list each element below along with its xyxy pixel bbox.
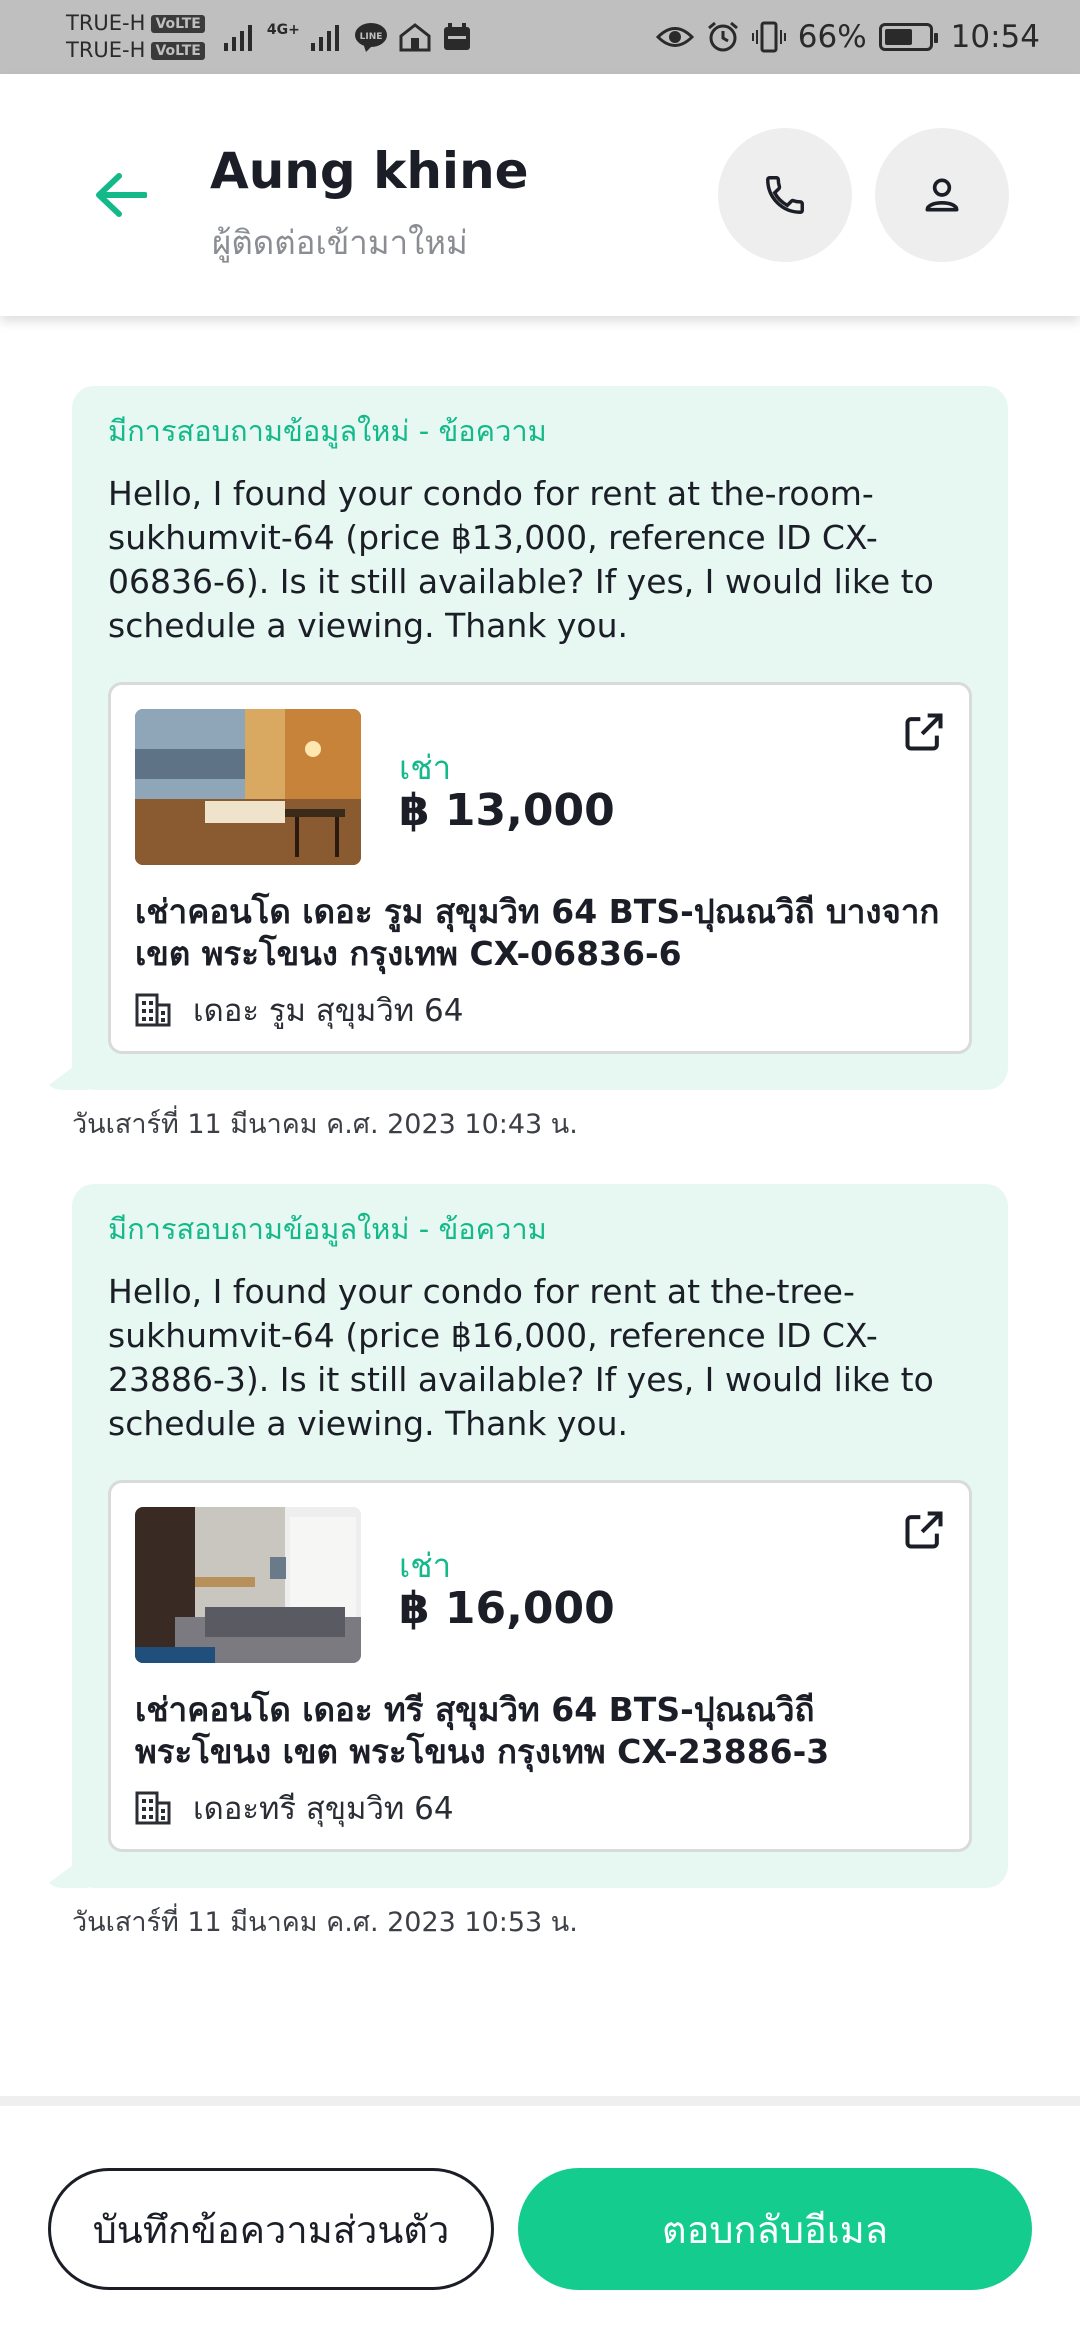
line-app-icon: LINE [354, 23, 387, 52]
volte-badge: VoLTE [151, 41, 205, 60]
message-bubble: มีการสอบถามข้อมูลใหม่ - ข้อความ Hello, I… [72, 1184, 1008, 1888]
signal-icon [223, 25, 252, 51]
chat-header: Aung khine ผู้ติดต่อเข้ามาใหม่ [0, 74, 1080, 316]
home-app-icon [399, 23, 431, 52]
battery-percent: 66% [797, 19, 867, 55]
person-icon [925, 178, 959, 212]
external-link-icon[interactable] [899, 1505, 949, 1555]
message-bubble: มีการสอบถามข้อมูลใหม่ - ข้อความ Hello, I… [72, 386, 1008, 1090]
alarm-icon [707, 21, 738, 52]
external-link-icon[interactable] [899, 707, 949, 757]
listing-price: ฿ 13,000 [399, 785, 615, 836]
message-body: Hello, I found your condo for rent at th… [108, 474, 934, 645]
signal-icon [310, 25, 339, 51]
building-icon [135, 1791, 171, 1825]
back-button[interactable] [86, 160, 156, 230]
profile-button[interactable] [875, 128, 1009, 262]
project-name: เดอะทรี สุขุมวิท 64 [193, 1791, 454, 1827]
listing-card[interactable]: เช่า ฿ 13,000 เช่าคอนโด เดอะ รูม สุขุมวิ… [108, 682, 972, 1054]
project-name: เดอะ รูม สุขุมวิท 64 [193, 993, 464, 1029]
message-timestamp: วันเสาร์ที่ 11 มีนาคม ค.ศ. 2023 10:53 น. [72, 1907, 578, 1938]
action-bar: บันทึกข้อความส่วนตัว ตอบกลับอีเมล [0, 2096, 1080, 2340]
contact-status: ผู้ติดต่อเข้ามาใหม่ [212, 223, 468, 262]
network-type: 4G+ [266, 22, 300, 38]
message-timestamp: วันเสาร์ที่ 11 มีนาคม ค.ศ. 2023 10:43 น. [72, 1109, 578, 1140]
chat-screen: TRUE-H VoLTE TRUE-H VoLTE 4G+ LINE 66% 10:… [0, 0, 1080, 2340]
battery-icon [878, 23, 938, 51]
listing-price: ฿ 16,000 [399, 1583, 615, 1634]
listing-photo [135, 1507, 361, 1663]
arrow-left-icon [96, 173, 147, 217]
eye-icon [655, 27, 694, 47]
calendar-app-icon [443, 23, 470, 50]
private-note-button[interactable]: บันทึกข้อความส่วนตัว [48, 2168, 494, 2290]
status-bar: TRUE-H VoLTE TRUE-H VoLTE 4G+ LINE 66% 10:… [0, 0, 1080, 74]
call-button[interactable] [718, 128, 852, 262]
volte-badge: VoLTE [151, 14, 205, 33]
message-title: มีการสอบถามข้อมูลใหม่ - ข้อความ [108, 1212, 547, 1246]
contact-name: Aung khine [210, 142, 529, 200]
listing-card[interactable]: เช่า ฿ 16,000 เช่าคอนโด เดอะ ทรี สุขุมวิ… [108, 1480, 972, 1852]
svg-text:LINE: LINE [359, 32, 382, 42]
clock: 10:54 [950, 19, 1040, 55]
vibrate-icon [751, 21, 786, 53]
carrier-1: TRUE-H [66, 11, 146, 35]
carrier-2: TRUE-H [66, 38, 146, 62]
listing-title: เช่าคอนโด เดอะ รูม สุขุมวิท 64 BTS-ปุณณว… [135, 892, 940, 973]
listing-title: เช่าคอนโด เดอะ ทรี สุขุมวิท 64 BTS-ปุณณว… [135, 1690, 830, 1771]
listing-photo [135, 709, 361, 865]
carrier-info: TRUE-H VoLTE TRUE-H VoLTE [66, 10, 205, 64]
reply-email-button[interactable]: ตอบกลับอีเมล [518, 2168, 1032, 2290]
phone-icon [766, 176, 804, 214]
message-body: Hello, I found your condo for rent at th… [108, 1272, 934, 1443]
listing-project: เดอะทรี สุขุมวิท 64 [135, 1783, 454, 1833]
message-title: มีการสอบถามข้อมูลใหม่ - ข้อความ [108, 414, 547, 448]
building-icon [135, 993, 171, 1027]
listing-project: เดอะ รูม สุขุมวิท 64 [135, 985, 463, 1035]
